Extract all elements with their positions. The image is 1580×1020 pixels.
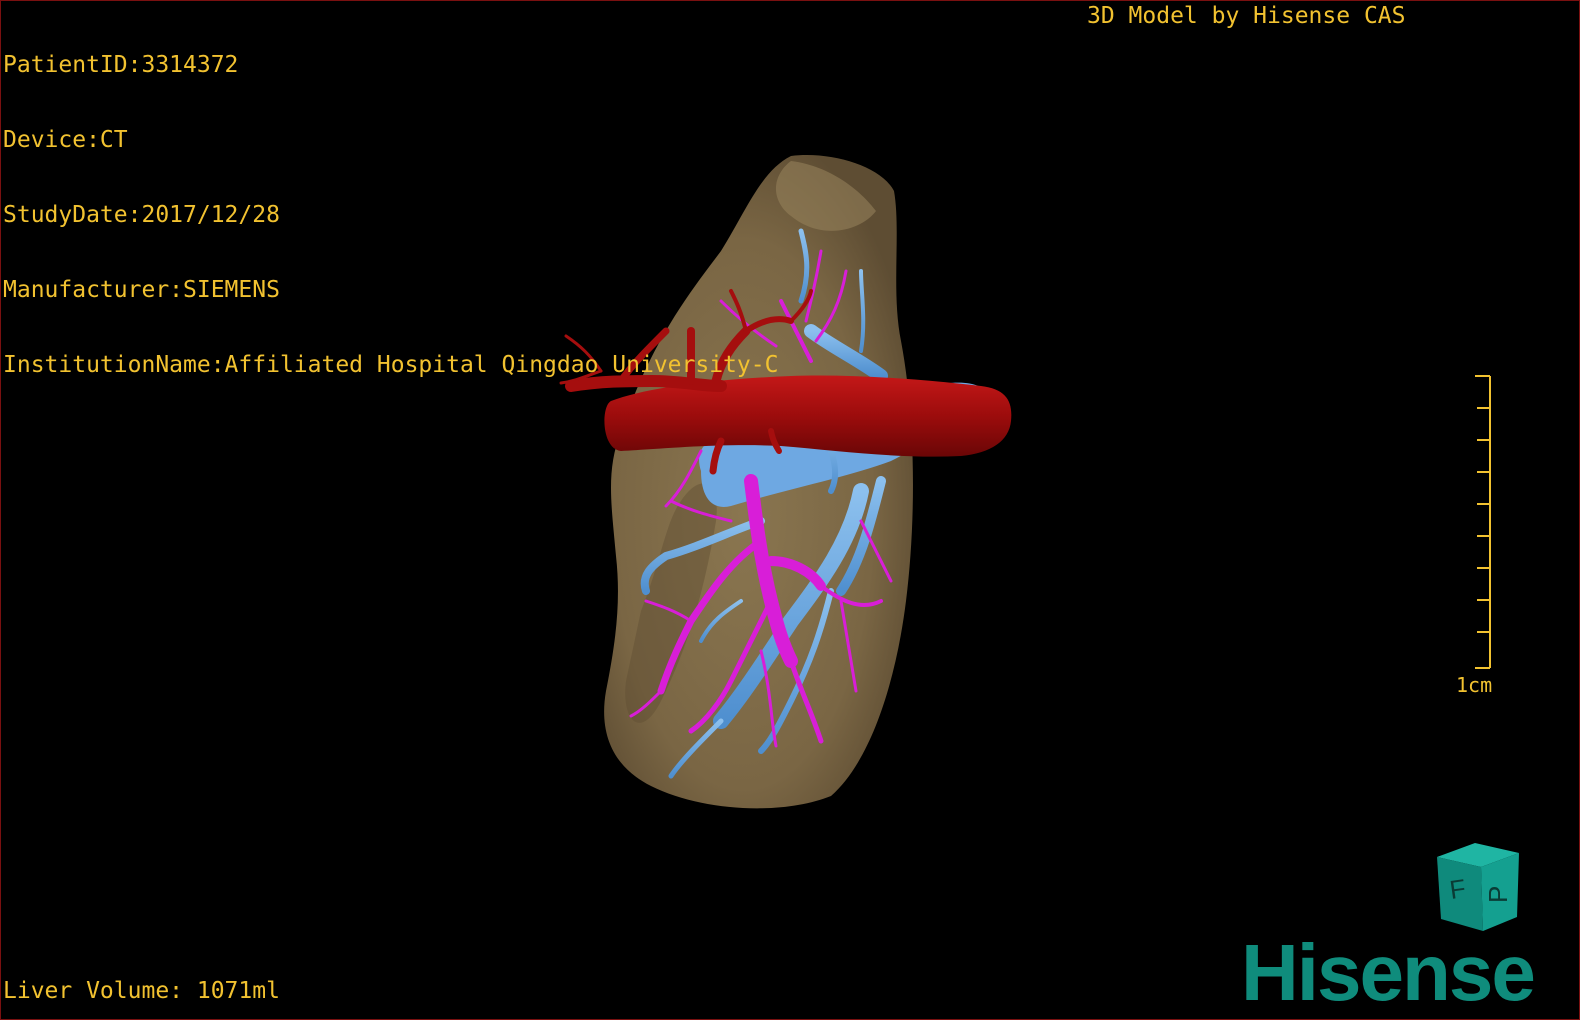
study-date-text: StudyDate:2017/12/28 [3,202,280,228]
manufacturer-text: Manufacturer:SIEMENS [3,277,280,303]
device-text: Device:CT [3,127,128,153]
hisense-logo: Hisense [1241,928,1536,1017]
patient-id-text: PatientID:3314372 [3,52,239,78]
scale-bar [1475,375,1491,669]
institution-text: InstitutionName:Affiliated Hospital Qing… [3,352,779,378]
orientation-cube-icon[interactable]: F P [1429,839,1525,935]
scale-label: 1cm [1456,673,1493,697]
3d-viewport[interactable]: PatientID:3314372 Device:CT StudyDate:20… [0,0,1580,1020]
liver-volume-text: Liver Volume: 1071ml [3,978,280,1004]
dicom-info-overlay: PatientID:3314372 Device:CT StudyDate:20… [3,3,778,428]
cube-face-p: P [1483,886,1513,903]
model-credit-text: 3D Model by Hisense CAS [1087,3,1406,29]
